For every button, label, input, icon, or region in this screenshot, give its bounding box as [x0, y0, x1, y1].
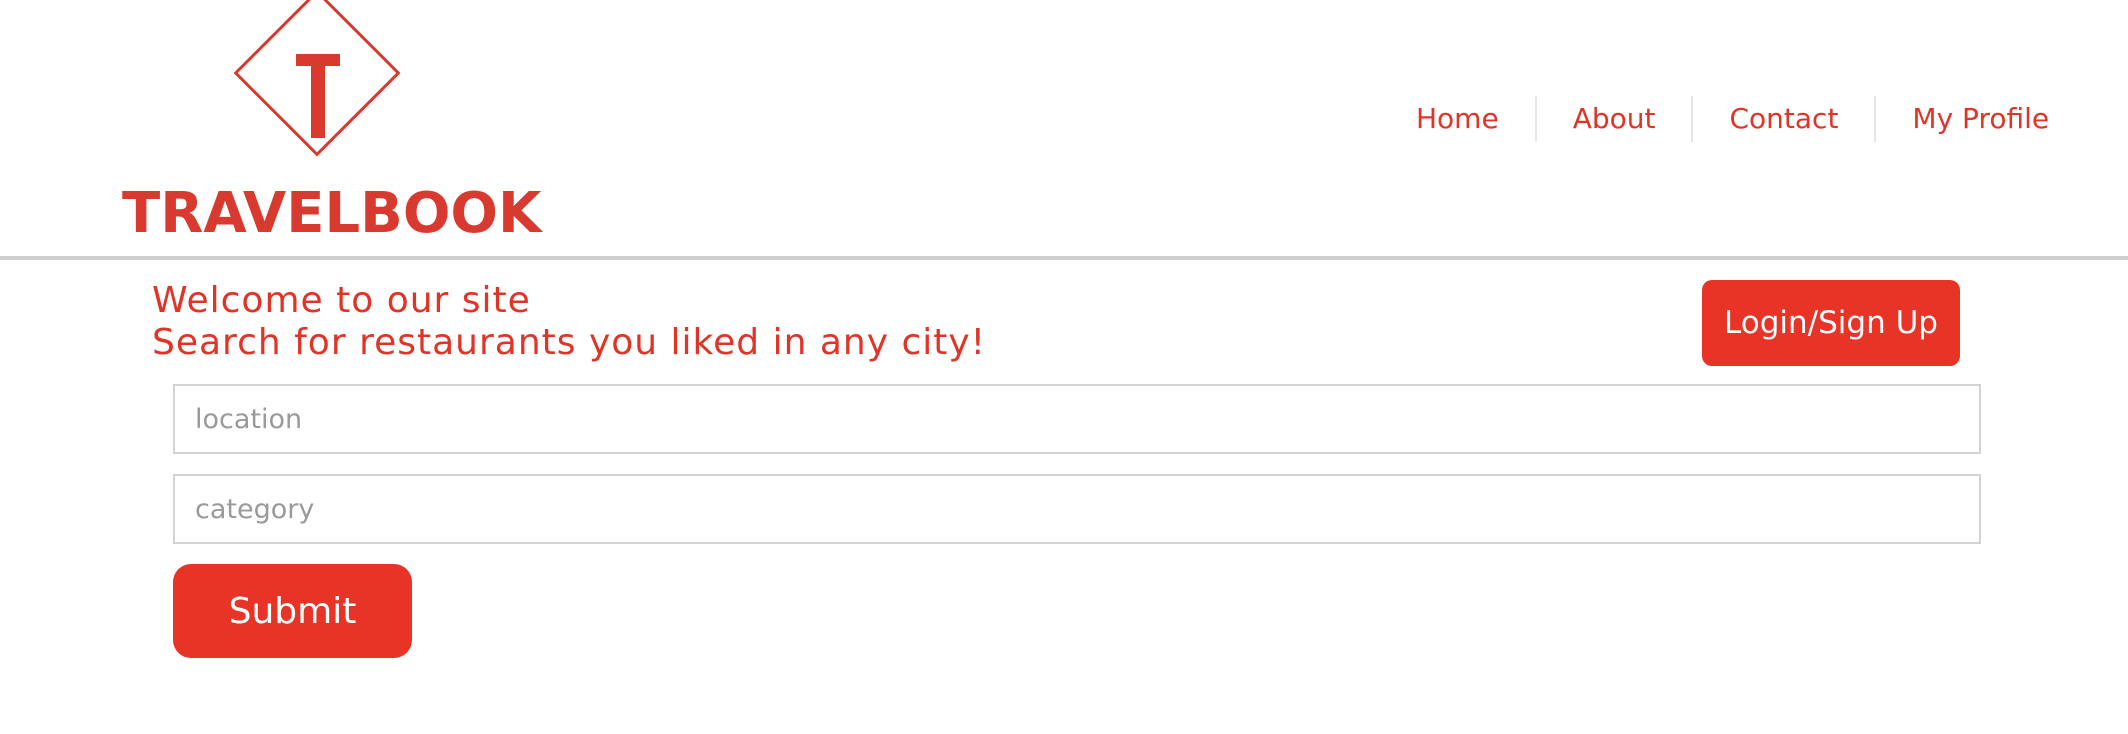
nav-about[interactable]: About [1534, 96, 1692, 142]
logo-wordmark: TRAVELBOOK [122, 181, 542, 246]
welcome-subtitle: Search for restaurants you liked in any … [152, 322, 987, 363]
t-letter-icon [296, 54, 340, 138]
login-signup-button[interactable]: Login/Sign Up [1702, 280, 1960, 366]
welcome-title: Welcome to our site [152, 280, 531, 321]
travelbook-logo[interactable]: TRAVELBOOK [118, 0, 541, 246]
site-header: TRAVELBOOK Home About Contact My Profile [0, 0, 2128, 260]
nav-contact[interactable]: Contact [1691, 96, 1874, 142]
main-nav: Home About Contact My Profile [1380, 96, 2085, 142]
submit-button[interactable]: Submit [173, 564, 412, 658]
location-input[interactable] [173, 384, 1981, 454]
welcome-message: Welcome to our site Search for restauran… [152, 280, 986, 364]
category-input[interactable] [173, 474, 1981, 544]
nav-home[interactable]: Home [1380, 96, 1535, 142]
nav-my-profile[interactable]: My Profile [1874, 96, 2085, 142]
